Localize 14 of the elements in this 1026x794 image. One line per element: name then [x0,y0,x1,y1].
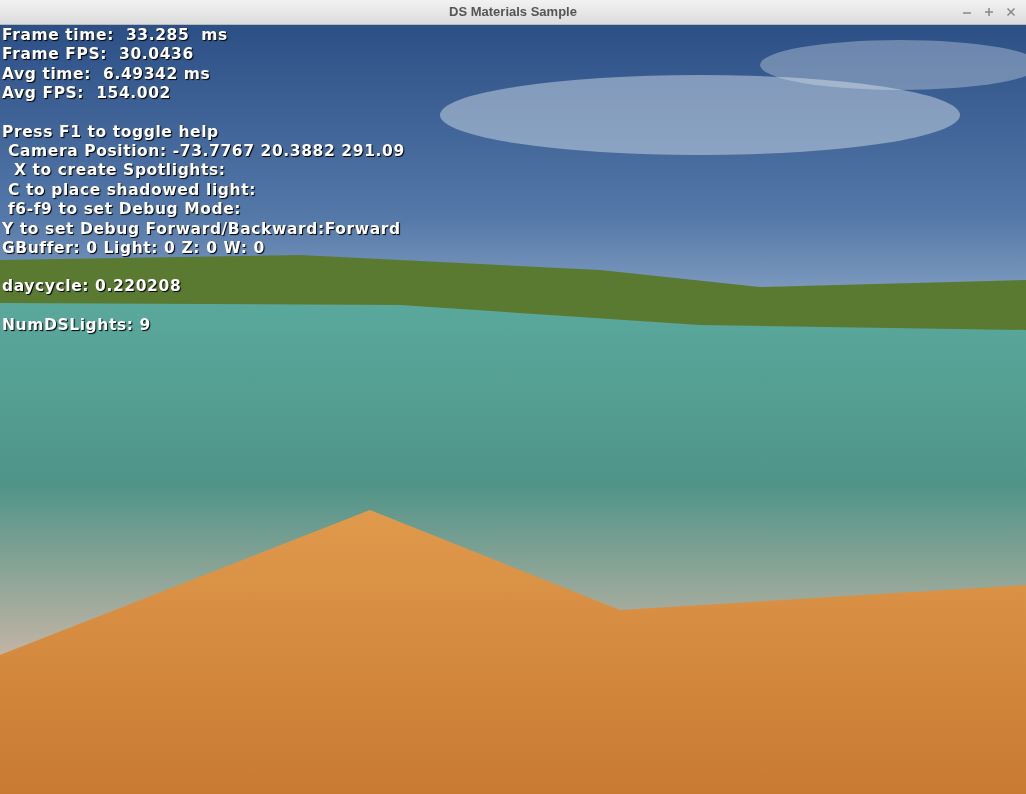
overlay-text: Avg time: 6.49342 ms [2,64,211,85]
overlay-text: daycycle: 0.220208 [2,277,182,297]
overlay-text: X to create Spotlights: [13,161,226,181]
overlay-text: f6-f9 to set Debug Mode: [7,200,242,220]
window-title: DS Materials Sample [449,3,577,22]
overlay-text: NumDSLights: 9 [2,315,151,336]
overlay-text: Press F1 to toggle help [2,122,219,143]
overlay-text: Frame FPS: 30.0436 [2,45,194,65]
overlay-text: C to place shadowed light: [7,180,256,201]
overlay-text: Y to set Debug Forward/Backward:Forward [2,219,401,240]
overlay-text: GBuffer: 0 Light: 0 Z: 0 W: 0 [2,239,265,259]
overlay-text: Camera Position: -73.7767 20.3882 291.09 [7,142,405,162]
overlay-text: Avg FPS: 154.002 [2,84,171,104]
overlay-text: Frame time: 33.285 ms [2,26,228,46]
